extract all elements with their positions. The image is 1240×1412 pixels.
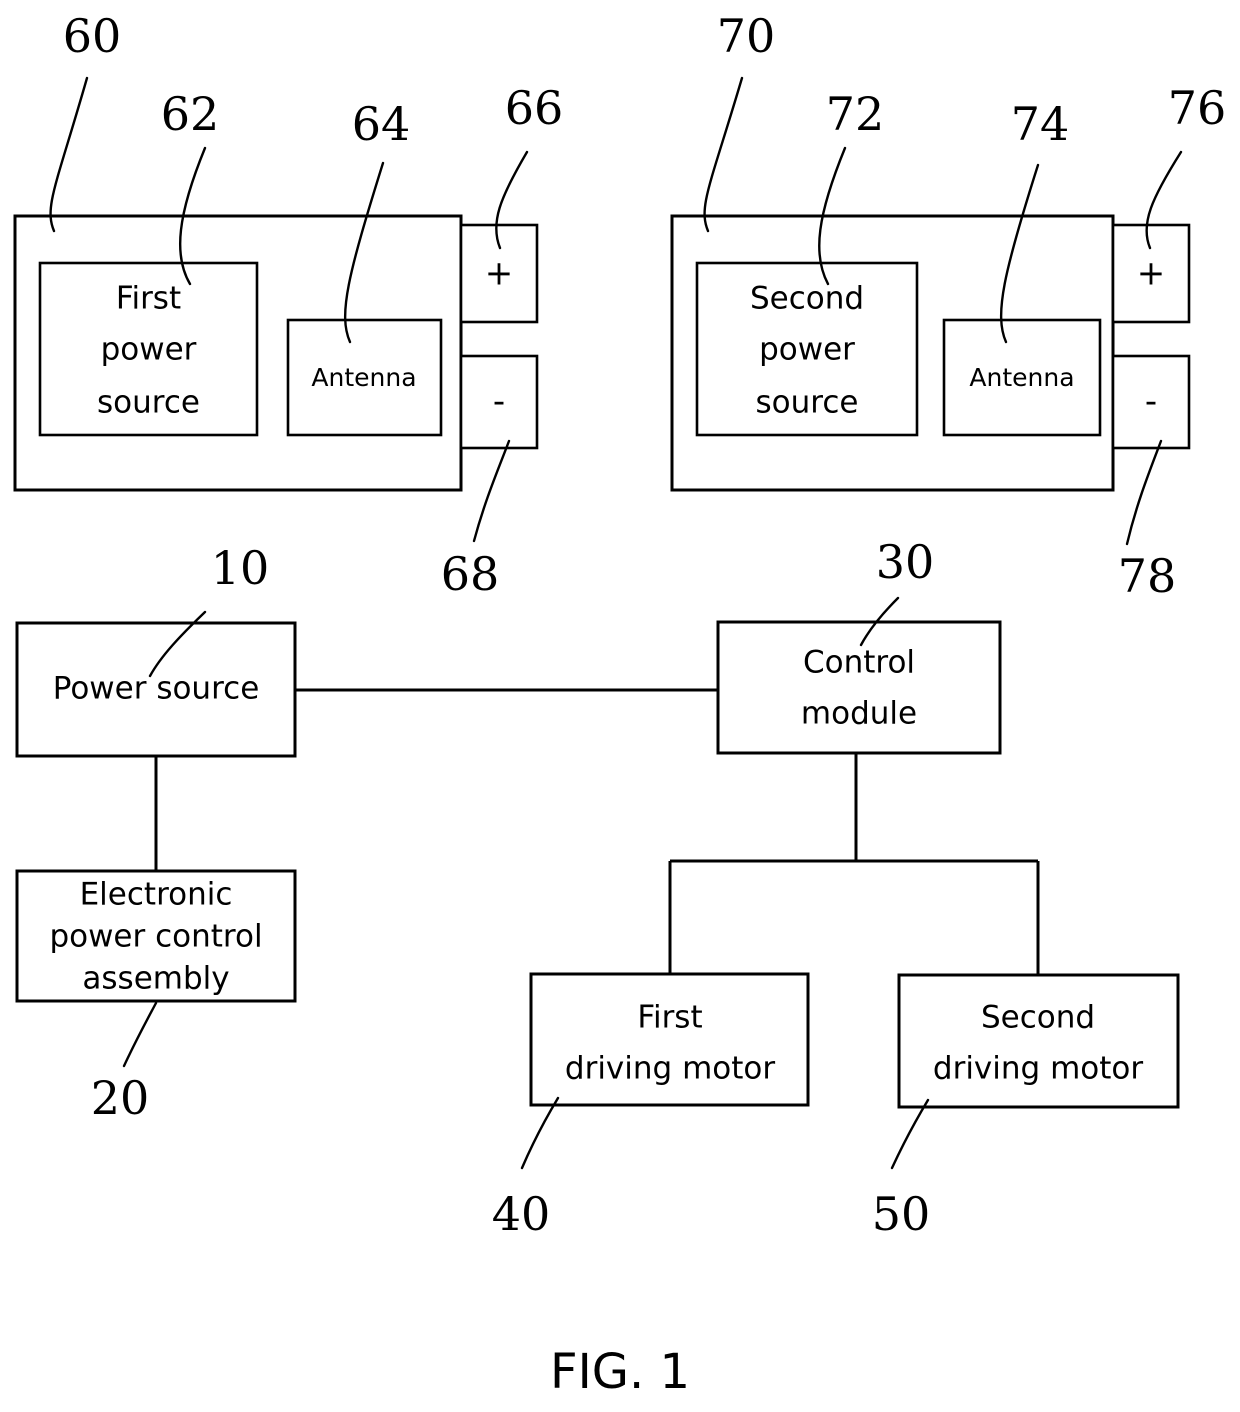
second-power-source-label-line1: Second [750, 281, 864, 317]
reference-numeral-60: 60 [63, 9, 122, 63]
reference-numeral-68: 68 [441, 547, 500, 601]
second-driving-motor-box [897, 973, 1180, 1109]
reference-numeral-72: 72 [826, 87, 885, 141]
first-power-source-label-line1: First [116, 281, 181, 317]
control-module-box [716, 620, 1002, 755]
second-driving-motor-group: Second driving motor 50 [872, 973, 1180, 1241]
first-driving-motor-group: First driving motor 40 [492, 972, 810, 1241]
epc-assembly-label-line1: Electronic [80, 877, 233, 913]
first-battery-pack-group: First power source Antenna + - [13, 214, 539, 492]
first-antenna-label: Antenna [311, 363, 416, 392]
second-driving-motor-label-line1: Second [981, 1000, 1095, 1036]
second-antenna-label: Antenna [969, 363, 1074, 392]
second-negative-terminal-label: - [1145, 382, 1157, 422]
second-driving-motor-label-line2: driving motor [933, 1051, 1143, 1087]
reference-numeral-74: 74 [1011, 97, 1070, 151]
reference-numeral-50: 50 [872, 1187, 931, 1241]
reference-numeral-20: 20 [91, 1071, 150, 1125]
second-positive-terminal-label: + [1137, 254, 1166, 294]
second-battery-pack-group: Second power source Antenna + - [670, 214, 1191, 492]
epc-assembly-group: Electronic power control assembly 20 [15, 869, 297, 1125]
first-power-source-label-line3: source [97, 385, 200, 421]
reference-numeral-62: 62 [161, 87, 220, 141]
lead-line-70 [703, 76, 744, 233]
first-driving-motor-label-line1: First [637, 1000, 702, 1036]
reference-numeral-66: 66 [505, 81, 564, 135]
lead-line-50 [890, 1098, 930, 1170]
epc-assembly-label-line2: power control [49, 919, 262, 955]
first-driving-motor-label-line2: driving motor [565, 1051, 775, 1087]
first-negative-terminal-label: - [493, 382, 505, 422]
power-source-label: Power source [53, 671, 260, 707]
lead-line-68 [472, 439, 511, 543]
figure-caption: FIG. 1 [550, 1344, 690, 1400]
lead-line-20 [122, 1001, 158, 1068]
lead-line-78 [1125, 439, 1163, 546]
reference-numeral-64: 64 [352, 97, 411, 151]
first-power-source-label-line2: power [101, 332, 197, 368]
reference-numeral-78: 78 [1118, 549, 1177, 603]
reference-numeral-76: 76 [1168, 81, 1227, 135]
patent-figure-1: First power source Antenna + - 60 62 64 … [0, 0, 1240, 1412]
power-source-group: Power source 10 [15, 541, 297, 758]
epc-assembly-label-line3: assembly [82, 961, 229, 997]
first-positive-terminal-label: + [485, 254, 514, 294]
reference-numeral-10: 10 [211, 541, 270, 595]
reference-numeral-30: 30 [876, 535, 935, 589]
second-power-source-label-line3: source [756, 385, 859, 421]
control-module-label-line1: Control [803, 645, 915, 681]
reference-numeral-40: 40 [492, 1187, 551, 1241]
control-module-group: Control module 30 [716, 535, 1002, 755]
lead-line-60 [49, 76, 89, 233]
control-module-label-line2: module [801, 696, 917, 732]
reference-numeral-70: 70 [717, 9, 776, 63]
second-power-source-label-line2: power [759, 332, 855, 368]
lead-line-40 [520, 1096, 560, 1170]
